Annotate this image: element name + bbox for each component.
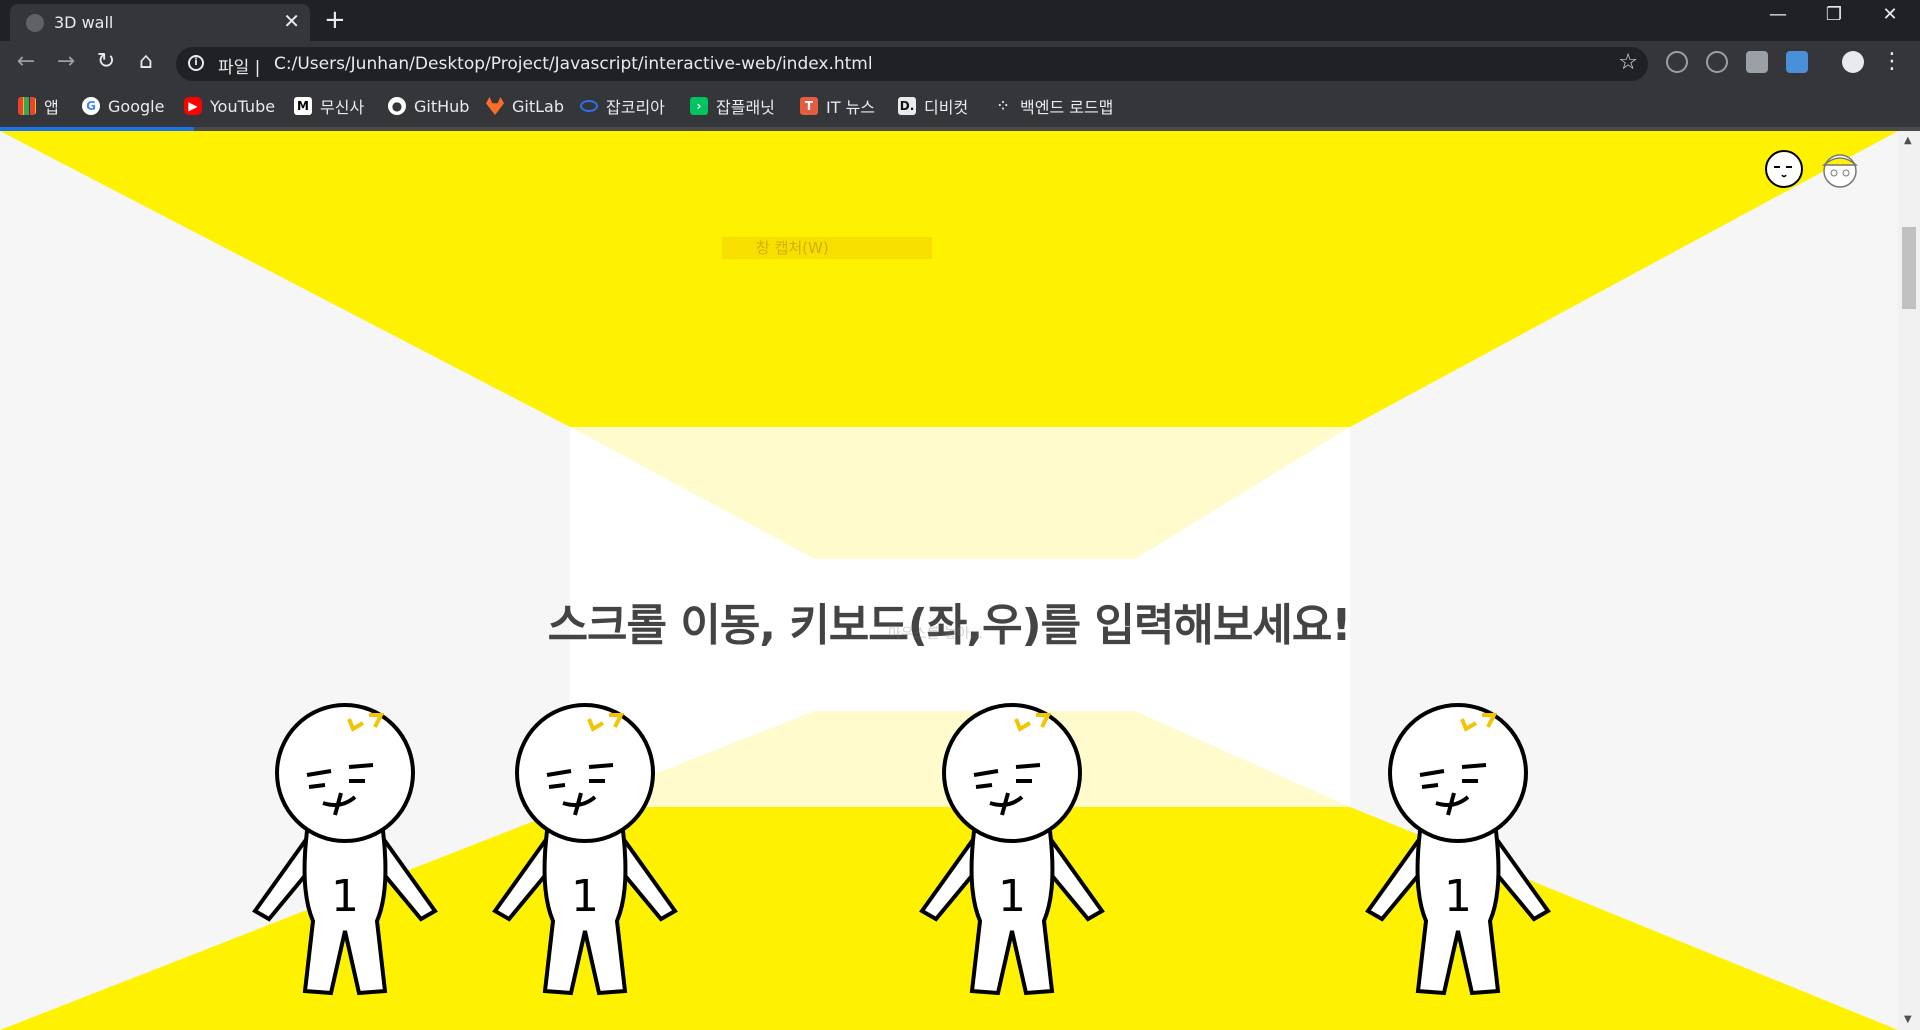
title-bar: 3D wall ✕ + — ❐ ✕ bbox=[0, 0, 1920, 41]
bookmark-apps[interactable]: 앱 bbox=[18, 94, 59, 118]
browser-toolbar: ← → ↻ ⌂ i 파일 | C:/Users/Junhan/Desktop/P… bbox=[0, 41, 1920, 87]
home-button[interactable]: ⌂ bbox=[128, 49, 164, 74]
url-text[interactable]: C:/Users/Junhan/Desktop/Project/Javascri… bbox=[274, 54, 873, 74]
roadmap-icon: ⁘ bbox=[997, 99, 1009, 113]
bookmark-label: 앱 bbox=[44, 98, 59, 117]
ceiling-wall bbox=[0, 131, 1898, 427]
bookmark-label: YouTube bbox=[210, 96, 276, 116]
browser-tab[interactable]: 3D wall ✕ bbox=[10, 4, 310, 41]
bookmark-label: GitLab bbox=[512, 96, 564, 116]
profile-avatar-icon[interactable] bbox=[1842, 51, 1864, 73]
bookmark-it-news[interactable]: T IT 뉴스 bbox=[800, 94, 875, 118]
reload-button[interactable]: ↻ bbox=[88, 49, 124, 74]
restore-button[interactable]: ❐ bbox=[1806, 4, 1862, 25]
extension-refresh-icon[interactable] bbox=[1666, 51, 1688, 73]
window-close-button[interactable]: ✕ bbox=[1862, 4, 1918, 25]
it-news-icon: T bbox=[800, 97, 818, 115]
musinsa-icon: M bbox=[294, 97, 312, 115]
faint-overlay-menu: 창 캡처(W) bbox=[722, 237, 932, 259]
character-number: 1 bbox=[998, 871, 1026, 922]
bookmark-label: Google bbox=[108, 96, 165, 116]
face-avatar-icon[interactable] bbox=[1762, 149, 1806, 189]
tab-close-icon[interactable]: ✕ bbox=[283, 10, 300, 32]
scroll-down-arrow-icon[interactable]: ▼ bbox=[1904, 1014, 1912, 1025]
faint-overlay-text: 마우스를 놓아... bbox=[888, 626, 984, 642]
jobkorea-icon bbox=[580, 100, 598, 112]
bookmark-youtube[interactable]: ▶ YouTube bbox=[184, 94, 275, 118]
scrollbar-thumb[interactable] bbox=[1902, 227, 1916, 309]
gitlab-icon bbox=[486, 97, 504, 115]
apps-grid-icon bbox=[18, 97, 36, 115]
bookmark-label: 디비컷 bbox=[924, 98, 969, 117]
page-scrollbar[interactable]: ▲ ▼ bbox=[1898, 131, 1920, 1030]
character-number: 1 bbox=[571, 871, 599, 922]
scheme-label: 파일 | bbox=[218, 58, 261, 78]
info-icon[interactable]: i bbox=[188, 55, 204, 71]
bookmark-label: 무신사 bbox=[320, 98, 365, 117]
character-number: 1 bbox=[1444, 871, 1472, 922]
bookmark-musinsa[interactable]: M 무신사 bbox=[294, 94, 364, 118]
address-bar[interactable]: i 파일 | C:/Users/Junhan/Desktop/Project/J… bbox=[176, 47, 1648, 81]
bookmark-star-icon[interactable]: ☆ bbox=[1618, 50, 1638, 75]
youtube-icon: ▶ bbox=[184, 97, 202, 115]
bookmark-label: 잡플래닛 bbox=[716, 98, 775, 117]
bookmark-jobplanet[interactable]: › 잡플래닛 bbox=[690, 94, 775, 118]
bookmarks-bar: 앱 G Google ▶ YouTube M 무신사 ● GitHub GitL… bbox=[0, 87, 1920, 127]
bookmark-label: 백엔드 로드맵 bbox=[1020, 98, 1114, 117]
google-icon: G bbox=[82, 97, 100, 115]
bookmark-jobkorea[interactable]: 잡코리아 bbox=[580, 94, 665, 118]
browser-menu-icon[interactable]: ⋮ bbox=[1874, 49, 1910, 74]
jobplanet-icon: › bbox=[690, 97, 708, 115]
bookmark-github[interactable]: ● GitHub bbox=[388, 94, 469, 118]
character-figure[interactable]: 1 bbox=[245, 691, 445, 999]
character-number: 1 bbox=[331, 871, 359, 922]
bookmark-google[interactable]: G Google bbox=[82, 94, 164, 118]
character-figure[interactable]: 1 bbox=[1358, 691, 1558, 999]
new-tab-button[interactable]: + bbox=[324, 6, 346, 34]
minimize-button[interactable]: — bbox=[1750, 4, 1806, 25]
dbcut-icon: D. bbox=[898, 97, 916, 115]
tab-title: 3D wall bbox=[54, 13, 114, 32]
face-avatar-hat-icon[interactable] bbox=[1818, 149, 1862, 189]
bookmark-dbcut[interactable]: D. 디비컷 bbox=[898, 94, 968, 118]
page-heading: 스크롤 이동, 키보드(좌,우)를 입력해보세요! bbox=[547, 600, 1352, 651]
bookmark-label: GitHub bbox=[414, 96, 470, 116]
bookmark-backend-roadmap[interactable]: ⁘ 백엔드 로드맵 bbox=[994, 94, 1113, 118]
download-icon[interactable] bbox=[1786, 51, 1808, 73]
globe-icon bbox=[26, 14, 44, 32]
camera-icon[interactable] bbox=[1746, 51, 1768, 73]
page-viewport[interactable]: 창 캡처(W) 스크롤 이동, 키보드(좌,우)를 입력해보세요! 마우스를 놓… bbox=[0, 131, 1898, 1030]
bookmark-label: 잡코리아 bbox=[606, 98, 665, 117]
character-figure[interactable]: 1 bbox=[912, 691, 1112, 999]
bookmark-gitlab[interactable]: GitLab bbox=[486, 94, 564, 118]
scroll-up-arrow-icon[interactable]: ▲ bbox=[1904, 135, 1912, 146]
bookmark-label: IT 뉴스 bbox=[826, 98, 876, 117]
back-button[interactable]: ← bbox=[8, 49, 44, 74]
character-figure[interactable]: 1 bbox=[485, 691, 685, 999]
react-devtools-icon[interactable] bbox=[1706, 51, 1728, 73]
forward-button[interactable]: → bbox=[48, 49, 84, 74]
github-icon: ● bbox=[388, 97, 406, 115]
